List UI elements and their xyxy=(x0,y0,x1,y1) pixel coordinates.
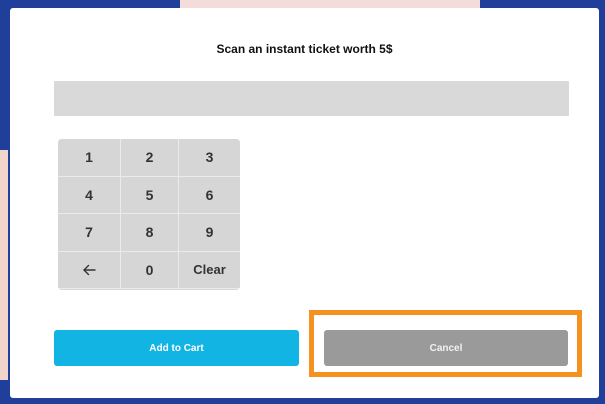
scan-ticket-dialog: Scan an instant ticket worth 5$ 1 2 3 4 … xyxy=(10,8,599,398)
cancel-button[interactable]: Cancel xyxy=(324,330,568,366)
numeric-keypad: 1 2 3 4 5 6 7 8 9 0 Clear xyxy=(58,139,240,290)
key-7[interactable]: 7 xyxy=(58,214,120,251)
key-6[interactable]: 6 xyxy=(179,176,240,213)
key-2[interactable]: 2 xyxy=(121,139,178,176)
arrow-left-icon xyxy=(83,264,96,275)
key-4[interactable]: 4 xyxy=(58,176,120,213)
key-0[interactable]: 0 xyxy=(121,251,178,288)
background-glow-left xyxy=(0,150,8,380)
ticket-scan-input[interactable] xyxy=(54,81,569,116)
key-5[interactable]: 5 xyxy=(121,176,178,213)
add-to-cart-button[interactable]: Add to Cart xyxy=(54,330,299,366)
dialog-title: Scan an instant ticket worth 5$ xyxy=(216,42,393,56)
clear-key[interactable]: Clear xyxy=(179,251,240,288)
backspace-key[interactable] xyxy=(58,251,120,288)
key-8[interactable]: 8 xyxy=(121,214,178,251)
key-3[interactable]: 3 xyxy=(179,139,240,176)
key-1[interactable]: 1 xyxy=(58,139,120,176)
key-9[interactable]: 9 xyxy=(179,214,240,251)
